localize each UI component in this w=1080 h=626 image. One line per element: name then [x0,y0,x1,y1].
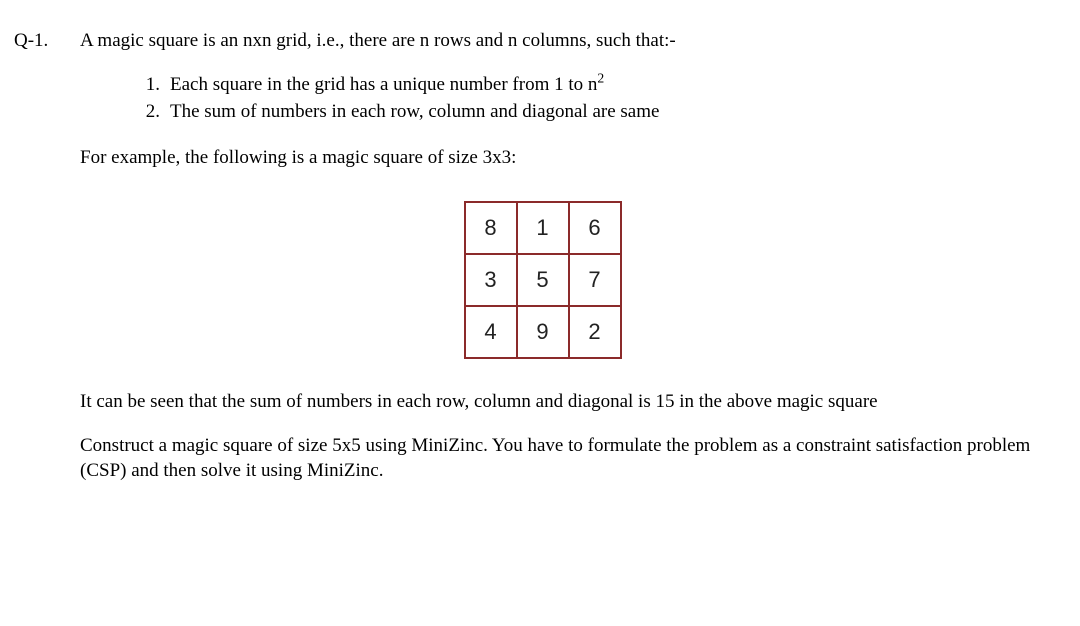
list-item-number: 2. [142,99,170,125]
cell: 4 [465,306,517,358]
conditions-list: 1. Each square in the grid has a unique … [80,72,1055,125]
example-intro: For example, the following is a magic sq… [80,145,1055,171]
observation-text: It can be seen that the sum of numbers i… [80,389,1055,415]
magic-square-figure: 8 1 6 3 5 7 4 9 2 [80,201,1055,359]
cell: 5 [517,254,569,306]
cell: 7 [569,254,621,306]
list-item: 2. The sum of numbers in each row, colum… [142,99,1055,125]
cell: 1 [517,202,569,254]
question-label: Q-1. [10,28,80,54]
cell: 9 [517,306,569,358]
list-item-number: 1. [142,72,170,98]
list-item: 1. Each square in the grid has a unique … [142,72,1055,98]
list-item-text: The sum of numbers in each row, column a… [170,99,1055,125]
magic-square-grid: 8 1 6 3 5 7 4 9 2 [464,201,622,359]
cell: 2 [569,306,621,358]
question-content: A magic square is an nxn grid, i.e., the… [80,28,1060,484]
cell: 6 [569,202,621,254]
cell: 3 [465,254,517,306]
intro-text: A magic square is an nxn grid, i.e., the… [80,28,1055,54]
task-text: Construct a magic square of size 5x5 usi… [80,434,1055,483]
list-item-text: Each square in the grid has a unique num… [170,72,1055,98]
cell: 8 [465,202,517,254]
